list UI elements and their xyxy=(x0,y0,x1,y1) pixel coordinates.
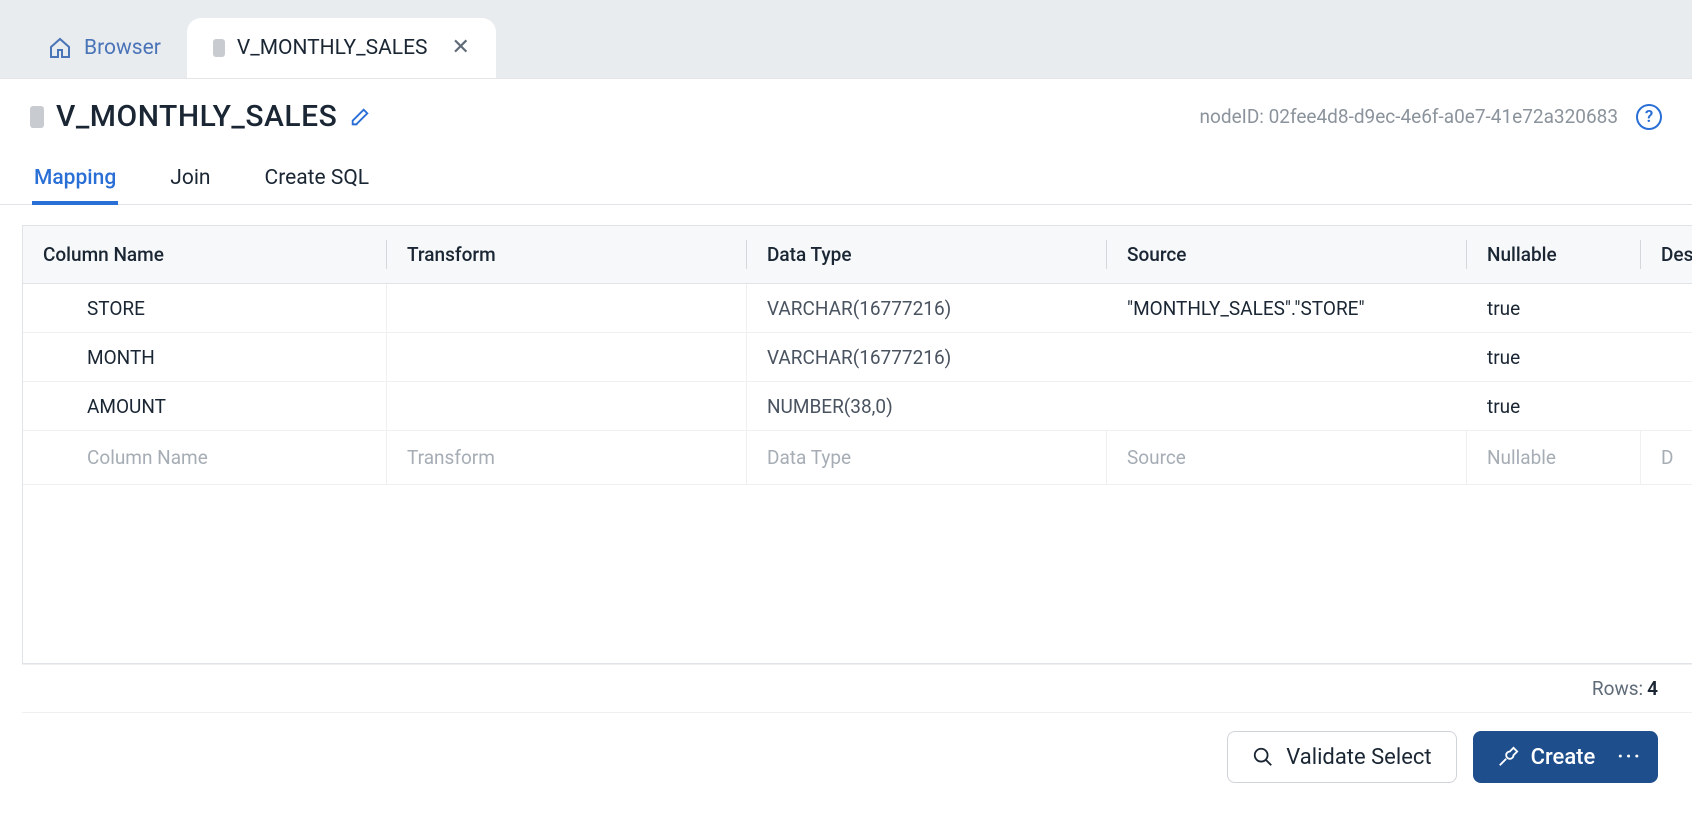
header-nullable[interactable]: Nullable xyxy=(1467,226,1641,283)
header-transform[interactable]: Transform xyxy=(387,226,747,283)
title-wrap: V_MONTHLY_SALES xyxy=(30,99,371,134)
cell-nullable[interactable]: true xyxy=(1467,284,1641,332)
cell-description[interactable] xyxy=(1641,284,1692,332)
grid-footer: Rows: 4 xyxy=(22,664,1692,712)
header-description[interactable]: Des xyxy=(1641,226,1692,283)
grid-header: Column Name Transform Data Type Source N… xyxy=(23,226,1692,284)
cell-description[interactable] xyxy=(1641,333,1692,381)
panel-header: V_MONTHLY_SALES nodeID: 02fee4d8-d9ec-4e… xyxy=(0,97,1692,142)
validate-label: Validate Select xyxy=(1286,745,1431,770)
table-row[interactable]: MONTH VARCHAR(16777216) true xyxy=(23,333,1692,382)
validate-select-button[interactable]: Validate Select xyxy=(1227,731,1456,783)
cell-data-type[interactable]: NUMBER(38,0) xyxy=(747,382,1107,430)
cell-column-name[interactable]: STORE xyxy=(23,284,387,332)
cell-data-type[interactable]: VARCHAR(16777216) xyxy=(747,333,1107,381)
header-data-type[interactable]: Data Type xyxy=(747,226,1107,283)
tab-active-label: V_MONTHLY_SALES xyxy=(237,36,428,60)
cell-transform[interactable] xyxy=(387,284,747,332)
cell-description[interactable] xyxy=(1641,382,1692,430)
cell-data-type[interactable]: Data Type xyxy=(747,431,1107,484)
page-title: V_MONTHLY_SALES xyxy=(56,99,337,134)
document-icon xyxy=(213,39,225,57)
tab-active[interactable]: V_MONTHLY_SALES ✕ xyxy=(187,18,496,78)
node-id: nodeID: 02fee4d8-d9ec-4e6f-a0e7-41e72a32… xyxy=(1200,105,1618,128)
subtab-create-sql[interactable]: Create SQL xyxy=(265,166,370,204)
create-button[interactable]: Create ··· xyxy=(1473,731,1658,783)
subtab-mapping[interactable]: Mapping xyxy=(34,166,116,204)
grid-spacer xyxy=(23,485,1692,663)
cell-nullable[interactable]: true xyxy=(1467,382,1641,430)
cell-column-name[interactable]: Column Name xyxy=(23,431,387,484)
mapping-grid: Column Name Transform Data Type Source N… xyxy=(22,225,1692,664)
cell-source[interactable]: Source xyxy=(1107,431,1467,484)
cell-nullable[interactable]: true xyxy=(1467,333,1641,381)
sub-tabs: Mapping Join Create SQL xyxy=(0,142,1692,205)
table-row[interactable]: AMOUNT NUMBER(38,0) true xyxy=(23,382,1692,431)
cell-transform[interactable] xyxy=(387,382,747,430)
cell-source[interactable] xyxy=(1107,333,1467,381)
subtab-join[interactable]: Join xyxy=(170,166,210,204)
magnify-icon xyxy=(1252,746,1274,768)
header-column-name[interactable]: Column Name xyxy=(23,226,387,283)
create-label: Create xyxy=(1531,745,1596,770)
table-row[interactable]: STORE VARCHAR(16777216) "MONTHLY_SALES".… xyxy=(23,284,1692,333)
cell-transform[interactable]: Transform xyxy=(387,431,747,484)
main-panel: V_MONTHLY_SALES nodeID: 02fee4d8-d9ec-4e… xyxy=(0,78,1692,814)
cell-data-type[interactable]: VARCHAR(16777216) xyxy=(747,284,1107,332)
rows-label: Rows: xyxy=(1592,677,1643,700)
header-right: nodeID: 02fee4d8-d9ec-4e6f-a0e7-41e72a32… xyxy=(1200,104,1662,130)
cell-column-name[interactable]: MONTH xyxy=(23,333,387,381)
action-bar: Validate Select Create ··· xyxy=(22,712,1692,801)
more-icon[interactable]: ··· xyxy=(1617,745,1642,770)
table-row-new[interactable]: Column Name Transform Data Type Source N… xyxy=(23,431,1692,485)
cell-column-name[interactable]: AMOUNT xyxy=(23,382,387,430)
tabs-bar: Browser V_MONTHLY_SALES ✕ xyxy=(0,0,1692,78)
close-icon[interactable]: ✕ xyxy=(452,37,470,59)
cell-source[interactable] xyxy=(1107,382,1467,430)
tab-browser-label: Browser xyxy=(84,36,161,60)
help-icon[interactable]: ? xyxy=(1636,104,1662,130)
cell-nullable[interactable]: Nullable xyxy=(1467,431,1641,484)
tab-browser[interactable]: Browser xyxy=(22,18,187,78)
home-icon xyxy=(48,36,72,60)
header-source[interactable]: Source xyxy=(1107,226,1467,283)
wrench-icon xyxy=(1497,746,1519,768)
cell-source[interactable]: "MONTHLY_SALES"."STORE" xyxy=(1107,284,1467,332)
cell-description[interactable]: D xyxy=(1641,431,1692,484)
document-icon xyxy=(30,106,44,128)
edit-icon[interactable] xyxy=(349,106,371,128)
cell-transform[interactable] xyxy=(387,333,747,381)
rows-count: 4 xyxy=(1647,677,1658,700)
